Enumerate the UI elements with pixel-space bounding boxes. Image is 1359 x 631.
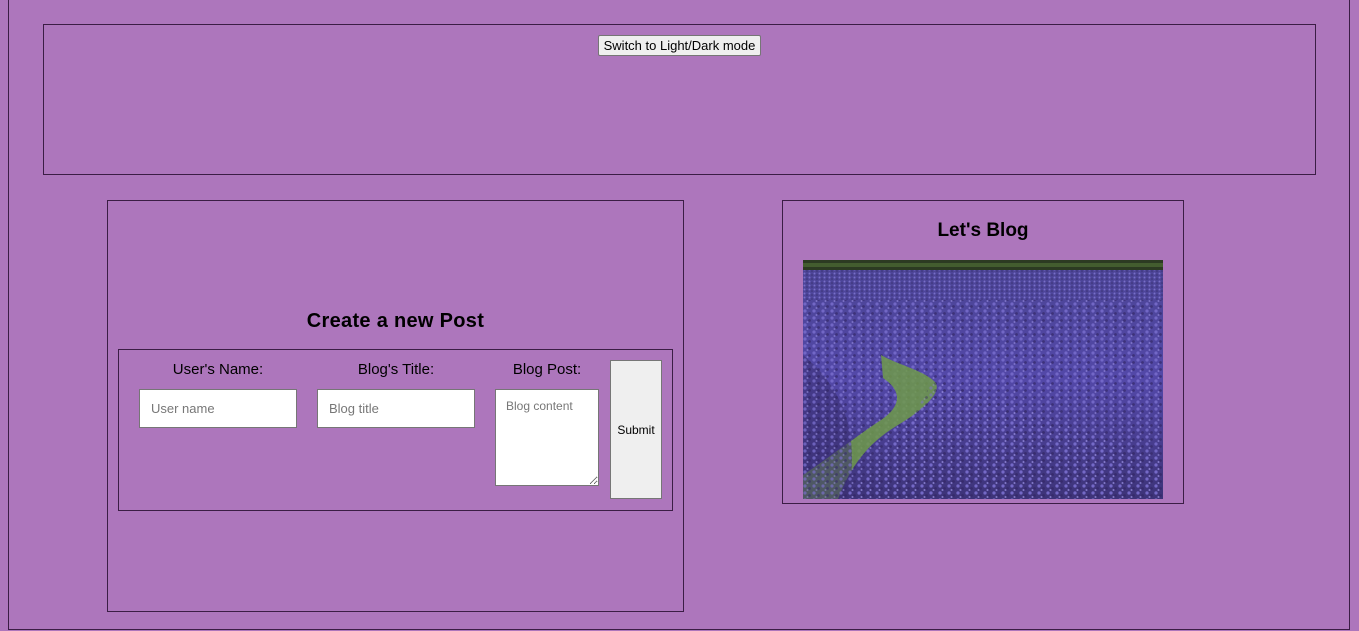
blog-title-label: Blog's Title: xyxy=(357,361,435,378)
theme-toggle-button[interactable]: Switch to Light/Dark mode xyxy=(598,35,761,56)
user-name-input[interactable] xyxy=(139,389,297,428)
blog-content-textarea[interactable] xyxy=(495,389,599,486)
blog-heading: Let's Blog xyxy=(937,220,1029,241)
submit-button[interactable]: Submit xyxy=(610,360,662,499)
lavender-field-image xyxy=(803,260,1163,499)
blog-title-input[interactable] xyxy=(317,389,475,428)
blog-post-label: Blog Post: xyxy=(512,361,582,378)
create-post-heading: Create a new Post xyxy=(306,310,485,332)
user-name-label: User's Name: xyxy=(172,361,264,378)
